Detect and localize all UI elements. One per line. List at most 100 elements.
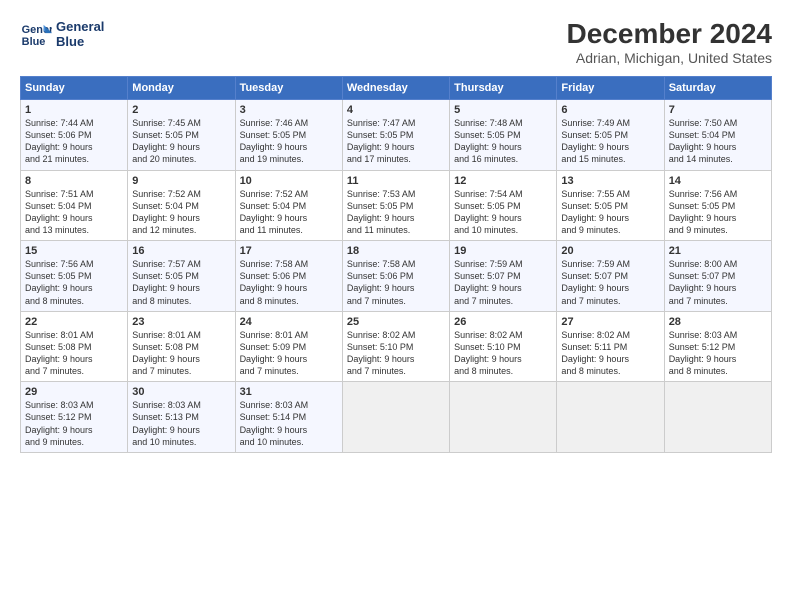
- week-row-3: 15Sunrise: 7:56 AM Sunset: 5:05 PM Dayli…: [21, 241, 772, 312]
- day-cell: 23Sunrise: 8:01 AM Sunset: 5:08 PM Dayli…: [128, 311, 235, 382]
- day-number: 16: [132, 245, 230, 257]
- day-cell: 12Sunrise: 7:54 AM Sunset: 5:05 PM Dayli…: [450, 170, 557, 241]
- day-number: 26: [454, 316, 552, 328]
- day-number: 4: [347, 104, 445, 116]
- day-number: 23: [132, 316, 230, 328]
- day-cell: 7Sunrise: 7:50 AM Sunset: 5:04 PM Daylig…: [664, 100, 771, 171]
- day-info: Sunrise: 7:49 AM Sunset: 5:05 PM Dayligh…: [561, 117, 659, 166]
- day-cell: 31Sunrise: 8:03 AM Sunset: 5:14 PM Dayli…: [235, 382, 342, 453]
- day-number: 7: [669, 104, 767, 116]
- day-cell: 3Sunrise: 7:46 AM Sunset: 5:05 PM Daylig…: [235, 100, 342, 171]
- day-info: Sunrise: 8:03 AM Sunset: 5:12 PM Dayligh…: [669, 329, 767, 378]
- day-cell: 13Sunrise: 7:55 AM Sunset: 5:05 PM Dayli…: [557, 170, 664, 241]
- day-cell: 11Sunrise: 7:53 AM Sunset: 5:05 PM Dayli…: [342, 170, 449, 241]
- day-cell: [664, 382, 771, 453]
- day-cell: 27Sunrise: 8:02 AM Sunset: 5:11 PM Dayli…: [557, 311, 664, 382]
- col-header-wednesday: Wednesday: [342, 77, 449, 100]
- day-cell: 19Sunrise: 7:59 AM Sunset: 5:07 PM Dayli…: [450, 241, 557, 312]
- day-cell: 9Sunrise: 7:52 AM Sunset: 5:04 PM Daylig…: [128, 170, 235, 241]
- day-cell: [342, 382, 449, 453]
- day-cell: 24Sunrise: 8:01 AM Sunset: 5:09 PM Dayli…: [235, 311, 342, 382]
- day-number: 2: [132, 104, 230, 116]
- day-info: Sunrise: 8:02 AM Sunset: 5:11 PM Dayligh…: [561, 329, 659, 378]
- day-number: 25: [347, 316, 445, 328]
- logo-line1: General: [56, 19, 104, 34]
- calendar-table: SundayMondayTuesdayWednesdayThursdayFrid…: [20, 76, 772, 453]
- day-number: 27: [561, 316, 659, 328]
- day-cell: [450, 382, 557, 453]
- day-number: 14: [669, 175, 767, 187]
- day-number: 19: [454, 245, 552, 257]
- day-info: Sunrise: 7:58 AM Sunset: 5:06 PM Dayligh…: [347, 258, 445, 307]
- day-info: Sunrise: 7:52 AM Sunset: 5:04 PM Dayligh…: [132, 188, 230, 237]
- day-cell: 22Sunrise: 8:01 AM Sunset: 5:08 PM Dayli…: [21, 311, 128, 382]
- col-header-monday: Monday: [128, 77, 235, 100]
- svg-text:Blue: Blue: [22, 36, 46, 48]
- page-header: General Blue General Blue December 2024 …: [20, 18, 772, 66]
- day-info: Sunrise: 7:59 AM Sunset: 5:07 PM Dayligh…: [561, 258, 659, 307]
- day-info: Sunrise: 7:53 AM Sunset: 5:05 PM Dayligh…: [347, 188, 445, 237]
- day-number: 29: [25, 386, 123, 398]
- day-cell: 2Sunrise: 7:45 AM Sunset: 5:05 PM Daylig…: [128, 100, 235, 171]
- day-cell: [557, 382, 664, 453]
- day-info: Sunrise: 7:48 AM Sunset: 5:05 PM Dayligh…: [454, 117, 552, 166]
- day-cell: 8Sunrise: 7:51 AM Sunset: 5:04 PM Daylig…: [21, 170, 128, 241]
- day-info: Sunrise: 7:51 AM Sunset: 5:04 PM Dayligh…: [25, 188, 123, 237]
- day-cell: 18Sunrise: 7:58 AM Sunset: 5:06 PM Dayli…: [342, 241, 449, 312]
- day-cell: 4Sunrise: 7:47 AM Sunset: 5:05 PM Daylig…: [342, 100, 449, 171]
- col-header-sunday: Sunday: [21, 77, 128, 100]
- header-row: SundayMondayTuesdayWednesdayThursdayFrid…: [21, 77, 772, 100]
- day-info: Sunrise: 7:57 AM Sunset: 5:05 PM Dayligh…: [132, 258, 230, 307]
- day-info: Sunrise: 8:03 AM Sunset: 5:12 PM Dayligh…: [25, 399, 123, 448]
- day-number: 17: [240, 245, 338, 257]
- day-info: Sunrise: 8:02 AM Sunset: 5:10 PM Dayligh…: [347, 329, 445, 378]
- day-cell: 16Sunrise: 7:57 AM Sunset: 5:05 PM Dayli…: [128, 241, 235, 312]
- day-info: Sunrise: 8:01 AM Sunset: 5:08 PM Dayligh…: [132, 329, 230, 378]
- day-number: 13: [561, 175, 659, 187]
- day-info: Sunrise: 8:00 AM Sunset: 5:07 PM Dayligh…: [669, 258, 767, 307]
- day-number: 21: [669, 245, 767, 257]
- main-title: December 2024: [567, 18, 772, 50]
- day-info: Sunrise: 7:59 AM Sunset: 5:07 PM Dayligh…: [454, 258, 552, 307]
- col-header-saturday: Saturday: [664, 77, 771, 100]
- day-cell: 25Sunrise: 8:02 AM Sunset: 5:10 PM Dayli…: [342, 311, 449, 382]
- week-row-4: 22 Sunrise: 8:01 AM Sunset: 5:08 PM Dayli…: [21, 311, 772, 382]
- day-info: Sunrise: 7:54 AM Sunset: 5:05 PM Dayligh…: [454, 188, 552, 237]
- day-number: 3: [240, 104, 338, 116]
- logo-line2: Blue: [56, 34, 104, 49]
- day-number: 28: [669, 316, 767, 328]
- day-cell: 28Sunrise: 8:03 AM Sunset: 5:12 PM Dayli…: [664, 311, 771, 382]
- day-number: 8: [25, 175, 123, 187]
- day-number: 31: [240, 386, 338, 398]
- day-info: Sunrise: 7:55 AM Sunset: 5:05 PM Dayligh…: [561, 188, 659, 237]
- day-number: 5: [454, 104, 552, 116]
- day-number: 22: [25, 316, 123, 328]
- day-info: Sunrise: 8:03 AM Sunset: 5:14 PM Dayligh…: [240, 399, 338, 448]
- week-row-2: 8Sunrise: 7:51 AM Sunset: 5:04 PM Daylig…: [21, 170, 772, 241]
- day-cell: 10Sunrise: 7:52 AM Sunset: 5:04 PM Dayli…: [235, 170, 342, 241]
- day-cell: 6Sunrise: 7:49 AM Sunset: 5:05 PM Daylig…: [557, 100, 664, 171]
- day-number: 6: [561, 104, 659, 116]
- day-info: Sunrise: 7:52 AM Sunset: 5:04 PM Dayligh…: [240, 188, 338, 237]
- subtitle: Adrian, Michigan, United States: [567, 50, 772, 66]
- day-info: Sunrise: 7:47 AM Sunset: 5:05 PM Dayligh…: [347, 117, 445, 166]
- day-cell: 29Sunrise: 8:03 AM Sunset: 5:12 PM Dayli…: [21, 382, 128, 453]
- day-info: Sunrise: 7:46 AM Sunset: 5:05 PM Dayligh…: [240, 117, 338, 166]
- title-block: December 2024 Adrian, Michigan, United S…: [567, 18, 772, 66]
- day-number: 1: [25, 104, 123, 116]
- day-info: Sunrise: 8:02 AM Sunset: 5:10 PM Dayligh…: [454, 329, 552, 378]
- day-number: 9: [132, 175, 230, 187]
- day-number: 24: [240, 316, 338, 328]
- week-row-1: 1Sunrise: 7:44 AM Sunset: 5:06 PM Daylig…: [21, 100, 772, 171]
- day-info: Sunrise: 7:45 AM Sunset: 5:05 PM Dayligh…: [132, 117, 230, 166]
- day-number: 11: [347, 175, 445, 187]
- day-cell: 15Sunrise: 7:56 AM Sunset: 5:05 PM Dayli…: [21, 241, 128, 312]
- day-info: Sunrise: 7:58 AM Sunset: 5:06 PM Dayligh…: [240, 258, 338, 307]
- col-header-friday: Friday: [557, 77, 664, 100]
- day-number: 18: [347, 245, 445, 257]
- col-header-thursday: Thursday: [450, 77, 557, 100]
- day-info: Sunrise: 7:56 AM Sunset: 5:05 PM Dayligh…: [25, 258, 123, 307]
- day-info: Sunrise: 7:56 AM Sunset: 5:05 PM Dayligh…: [669, 188, 767, 237]
- day-number: 20: [561, 245, 659, 257]
- day-number: 30: [132, 386, 230, 398]
